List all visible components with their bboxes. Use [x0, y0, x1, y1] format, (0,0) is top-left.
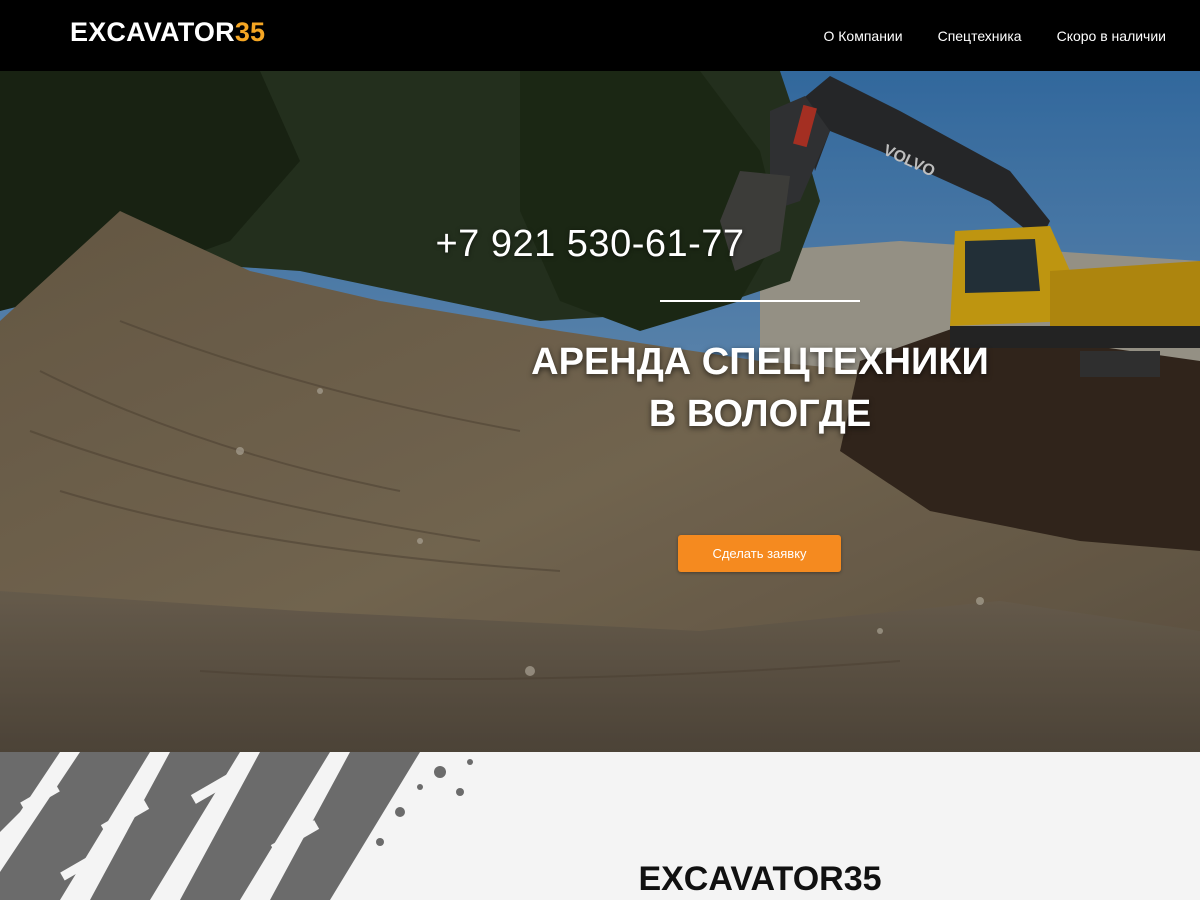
- nav-link-coming-soon[interactable]: Скоро в наличии: [1057, 28, 1166, 44]
- nav-link-about[interactable]: О Компании: [823, 28, 902, 44]
- site-logo[interactable]: EXCAVATOR35: [70, 17, 265, 48]
- logo-text: EXCAVATOR: [70, 17, 235, 47]
- tire-tracks-decoration: [0, 752, 473, 900]
- logo-accent: 35: [234, 17, 266, 47]
- hero-heading-line2: В ВОЛОГДЕ: [648, 393, 872, 435]
- hero-heading-line1: АРЕНДА СПЕЦТЕХНИКИ: [531, 341, 989, 383]
- submit-request-button[interactable]: Сделать заявку: [678, 535, 841, 572]
- top-navbar: EXCAVATOR35 О Компании Спецтехника Скоро…: [0, 0, 1200, 71]
- hero-divider: [660, 300, 860, 302]
- phone-number[interactable]: +7 921 530-61-77: [0, 223, 1200, 266]
- nav-link-machinery[interactable]: Спецтехника: [938, 28, 1022, 44]
- section-title: EXCAVATOR35: [638, 860, 882, 898]
- main-nav: О Компании Спецтехника Скоро в наличии: [788, 0, 1166, 71]
- hero-section: VOLVO +7 921 530-61-77 АРЕНДА СПЕЦТЕХНИК…: [0, 71, 1200, 752]
- about-section: EXCAVATOR35: [0, 752, 1200, 900]
- hero-heading: АРЕНДА СПЕЦТЕХНИКИ В ВОЛОГДЕ: [460, 336, 1060, 440]
